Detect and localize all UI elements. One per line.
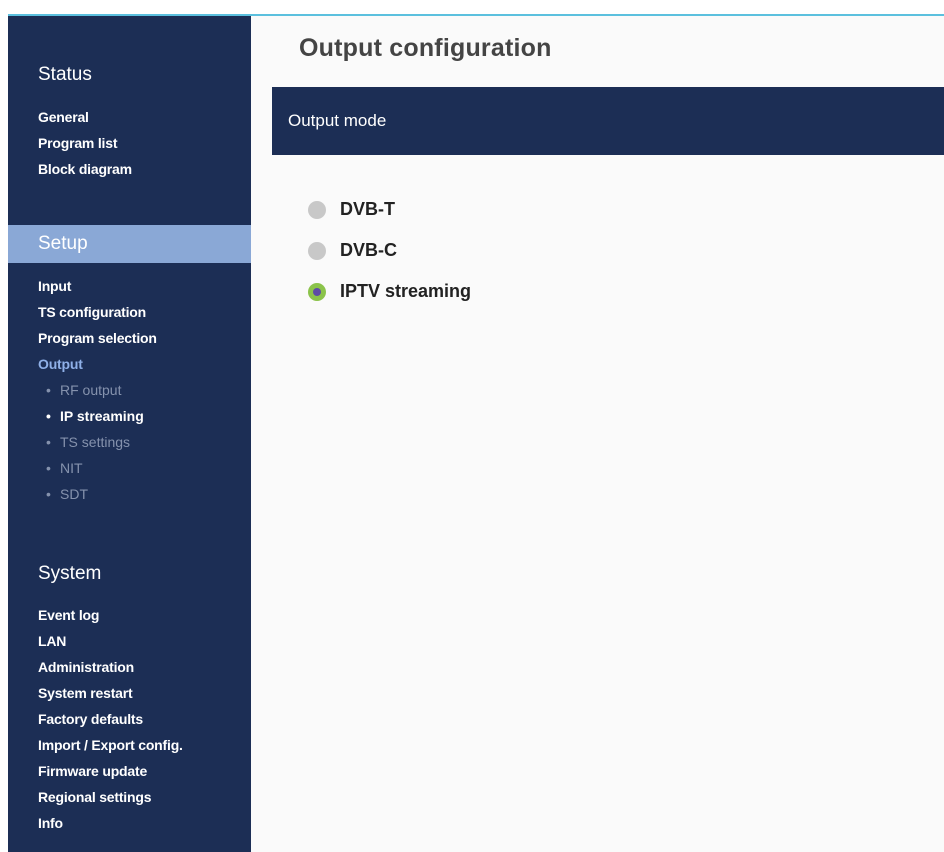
app-frame: Status General Program list Block diagra…	[8, 14, 944, 852]
nav-system-restart[interactable]: System restart	[38, 685, 133, 701]
nav-import-export-config[interactable]: Import / Export config.	[38, 737, 183, 753]
section-title: Output mode	[288, 111, 387, 130]
setup-section-title: Setup	[8, 225, 251, 263]
page-title: Output configuration	[299, 34, 552, 62]
nav-ts-configuration[interactable]: TS configuration	[38, 304, 146, 320]
radio-unchecked-icon[interactable]	[308, 242, 326, 260]
nav-block-diagram[interactable]: Block diagram	[38, 161, 132, 177]
nav-info[interactable]: Info	[38, 815, 63, 831]
radio-checked-icon[interactable]	[308, 283, 326, 301]
main-content: Output configuration Output mode DVB-T D…	[251, 16, 944, 852]
radio-unchecked-icon[interactable]	[308, 201, 326, 219]
nav-general[interactable]: General	[38, 109, 89, 125]
radio-iptv-streaming-label: IPTV streaming	[340, 281, 472, 301]
output-mode-header: Output mode	[272, 87, 944, 155]
status-section-title: Status	[38, 64, 92, 85]
system-section-title: System	[38, 563, 102, 584]
nav-program-selection[interactable]: Program selection	[38, 330, 157, 346]
nav-ts-settings[interactable]: • TS settings	[46, 434, 130, 450]
nav-lan[interactable]: LAN	[38, 633, 66, 649]
nav-ip-streaming[interactable]: • IP streaming	[46, 408, 144, 424]
nav-event-log[interactable]: Event log	[38, 607, 99, 623]
nav-sdt-label: SDT	[60, 486, 88, 502]
nav-rf-output[interactable]: • RF output	[46, 382, 121, 398]
radio-dvb-t-label: DVB-T	[340, 199, 395, 219]
nav-factory-defaults[interactable]: Factory defaults	[38, 711, 143, 727]
bullet-icon: •	[46, 460, 51, 476]
nav-rf-output-label: RF output	[60, 382, 122, 398]
sidebar: Status General Program list Block diagra…	[8, 16, 251, 852]
bullet-icon: •	[46, 434, 51, 450]
nav-input[interactable]: Input	[38, 278, 71, 294]
nav-regional-settings[interactable]: Regional settings	[38, 789, 151, 805]
nav-output[interactable]: Output	[38, 356, 83, 372]
nav-sdt[interactable]: • SDT	[46, 486, 88, 502]
nav-nit-label: NIT	[60, 460, 83, 476]
nav-ts-settings-label: TS settings	[60, 434, 131, 450]
bullet-icon: •	[46, 408, 51, 424]
nav-nit[interactable]: • NIT	[46, 460, 83, 476]
nav-ip-streaming-label: IP streaming	[60, 408, 144, 424]
radio-dvb-c-label: DVB-C	[340, 240, 397, 260]
nav-program-list[interactable]: Program list	[38, 135, 117, 151]
bullet-icon: •	[46, 382, 51, 398]
nav-firmware-update[interactable]: Firmware update	[38, 763, 147, 779]
bullet-icon: •	[46, 486, 51, 502]
nav-administration[interactable]: Administration	[38, 659, 134, 675]
